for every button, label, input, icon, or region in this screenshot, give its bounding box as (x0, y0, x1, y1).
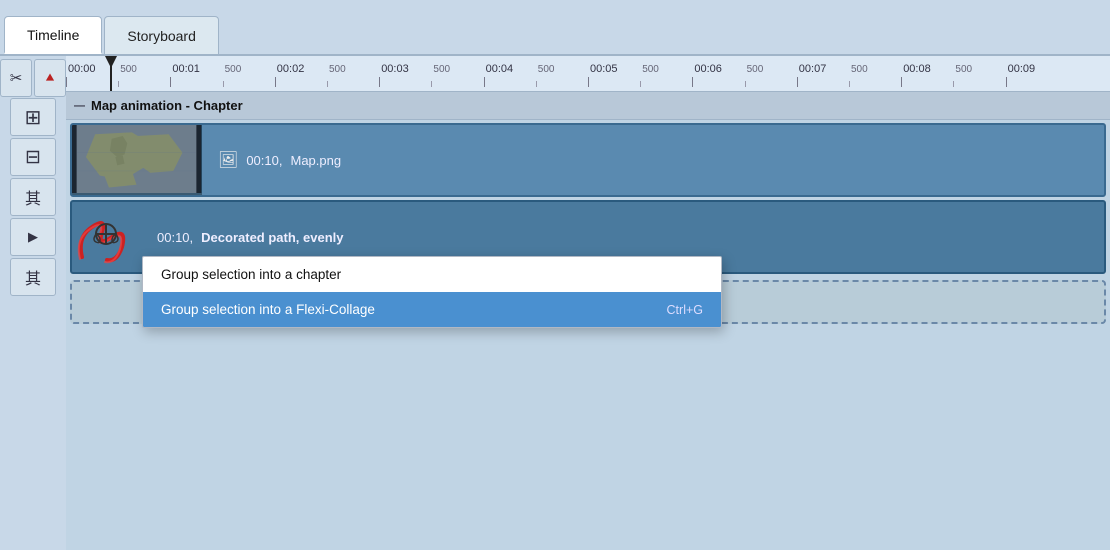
context-menu-item-chapter-label: Group selection into a chapter (161, 267, 341, 282)
chapter-row: — Map animation - Chapter (66, 92, 1110, 120)
track-path-time: 00:10, (157, 230, 193, 245)
context-menu-item-chapter[interactable]: Group selection into a chapter (143, 257, 721, 292)
left-toolbar: ✂ ⯅ ⊞ ⊟ 其 ▶ 其 (0, 56, 66, 550)
image-icon: 🖼 (218, 150, 238, 170)
ruler-inner: 00:0050000:0150000:0250000:0350000:04500… (66, 56, 1110, 91)
context-menu-item-flexi-shortcut: Ctrl+G (667, 303, 703, 317)
trim-button[interactable]: 其 (10, 258, 56, 296)
timeline-area: 00:0050000:0150000:0250000:0350000:04500… (66, 56, 1110, 550)
track-map-time: 00:10, (246, 153, 282, 168)
unlink-button[interactable]: 其 (10, 178, 56, 216)
chapter-collapse-icon[interactable]: — (74, 100, 85, 112)
track-map-info: 🖼 00:10, Map.png (208, 125, 351, 195)
play-button[interactable]: ▶ (10, 218, 56, 256)
main-area: ✂ ⯅ ⊞ ⊟ 其 ▶ 其 00:0050000:0150000:0250000… (0, 56, 1110, 550)
scissors-button[interactable]: ✂ (0, 59, 32, 97)
tab-storyboard[interactable]: Storyboard (104, 16, 218, 54)
track-map[interactable]: 🖼 00:10, Map.png (70, 123, 1106, 197)
context-menu: Group selection into a chapter Group sel… (142, 256, 722, 328)
tab-bar: Timeline Storyboard (0, 0, 1110, 56)
path-icon-svg (72, 202, 140, 270)
ruler: 00:0050000:0150000:0250000:0350000:04500… (66, 56, 1110, 92)
group-button[interactable]: ⊞ (10, 98, 56, 136)
context-menu-item-flexi-label: Group selection into a Flexi-Collage (161, 302, 375, 317)
marker-button[interactable]: ⯅ (34, 59, 66, 97)
link-button[interactable]: ⊟ (10, 138, 56, 176)
chapter-title: Map animation - Chapter (91, 98, 243, 113)
track-path-thumbnail (72, 202, 140, 270)
context-menu-item-flexi[interactable]: Group selection into a Flexi-Collage Ctr… (143, 292, 721, 327)
track-thumb-overlay (72, 125, 202, 195)
track-map-name: Map.png (290, 153, 341, 168)
tab-timeline[interactable]: Timeline (4, 16, 102, 54)
track-path-name: Decorated path, evenly (201, 230, 343, 245)
